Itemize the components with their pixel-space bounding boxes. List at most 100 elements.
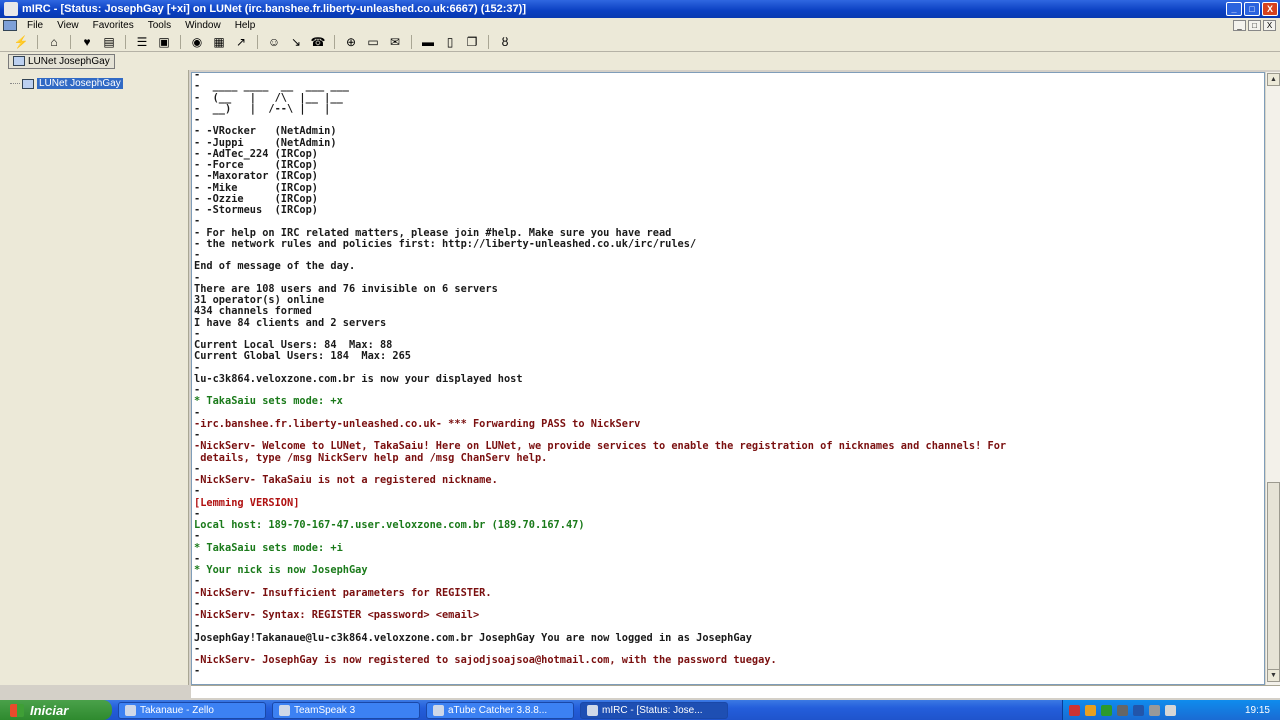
- connect-icon[interactable]: ⚡: [12, 34, 30, 50]
- log-line: -: [194, 643, 201, 655]
- close-button[interactable]: X: [1262, 2, 1278, 16]
- scrollbar-thumb[interactable]: [1267, 482, 1280, 672]
- scroll-down-arrow-icon[interactable]: ▼: [1267, 669, 1280, 682]
- url-list-icon[interactable]: ⊕: [342, 34, 360, 50]
- log-line: -: [194, 385, 201, 396]
- log-line: -: [194, 486, 201, 498]
- status-window-icon: [13, 56, 25, 66]
- log-line: -: [194, 430, 201, 441]
- status-window-icon[interactable]: [3, 19, 17, 31]
- switchbar: LUNet JosephGay: [0, 52, 1280, 70]
- maximize-button[interactable]: □: [1244, 2, 1260, 16]
- log-line: -: [194, 407, 201, 419]
- vertical-scrollbar[interactable]: ▲ ▼: [1265, 72, 1280, 685]
- taskbar-button[interactable]: Takanaue - Zello: [118, 701, 266, 719]
- log-line: Local host: 189-70-167-47.user.veloxzone…: [194, 520, 585, 531]
- log-line: -: [194, 463, 201, 475]
- treebar: LUNet JosephGay: [0, 70, 189, 685]
- toolbar-separator: [411, 34, 412, 49]
- toolbar-separator: [125, 34, 126, 49]
- toolbar-separator: [37, 34, 38, 49]
- status-window[interactable]: -- ____ ____ __ ___ ___ - (__ | /\ |__ |_…: [191, 72, 1265, 685]
- menu-favorites[interactable]: Favorites: [86, 20, 141, 31]
- log-line: details, type /msg NickServ help and /ms…: [194, 452, 548, 464]
- log-line: 31 operator(s) online: [194, 295, 325, 306]
- menu-window[interactable]: Window: [178, 20, 228, 31]
- log-line: - (__ | /\ |__ |__: [194, 92, 343, 104]
- log-line: - -Force (IRCop): [194, 160, 318, 171]
- favorites-icon[interactable]: ♥: [78, 34, 96, 50]
- options-icon[interactable]: ⌂: [45, 34, 63, 50]
- toolbar: ⚡ ⌂ ♥ ▤ ☰ ▣ ◉ ▦ ↗ ☺ ↘ ☎ ⊕ ▭ ✉ ▬ ▯ ❐ ȣ: [0, 32, 1280, 52]
- chat-icon[interactable]: ☺: [265, 34, 283, 50]
- help-icon[interactable]: ȣ: [496, 34, 514, 50]
- taskbar-button[interactable]: TeamSpeak 3: [272, 701, 420, 719]
- switchbar-tab-label: LUNet JosephGay: [28, 55, 110, 67]
- toolbar-separator: [180, 34, 181, 49]
- menu-file[interactable]: File: [20, 20, 50, 31]
- mdi-close-button[interactable]: X: [1263, 19, 1276, 31]
- log-line: Current Local Users: 84 Max: 88: [194, 340, 393, 351]
- mirc-app-icon[interactable]: [4, 2, 18, 16]
- mdi-restore-button[interactable]: □: [1248, 19, 1261, 31]
- menu-view[interactable]: View: [50, 20, 86, 31]
- tray-app-icon[interactable]: [1133, 704, 1144, 716]
- tile-vertical-icon[interactable]: ▯: [441, 34, 459, 50]
- toolbar-separator: [488, 34, 489, 49]
- message-icon[interactable]: ✉: [386, 34, 404, 50]
- tile-horizontal-icon[interactable]: ▬: [419, 34, 437, 50]
- menu-help[interactable]: Help: [228, 20, 263, 31]
- log-line: -: [194, 216, 201, 228]
- log-line: -: [194, 598, 201, 610]
- minimize-button[interactable]: _: [1226, 2, 1242, 16]
- tray-app-icon[interactable]: [1149, 704, 1160, 716]
- log-line: -NickServ- JosephGay is now registered t…: [194, 655, 777, 666]
- treebar-item-status[interactable]: LUNet JosephGay: [22, 78, 123, 89]
- taskbar-button[interactable]: mIRC - [Status: Jose...: [580, 701, 728, 719]
- send-file-icon[interactable]: ↗: [232, 34, 250, 50]
- scroll-up-arrow-icon[interactable]: ▲: [1267, 73, 1280, 86]
- start-label: Iniciar: [30, 702, 69, 718]
- message-input[interactable]: [191, 685, 1280, 698]
- log-line: - __) | /--\ | |: [194, 103, 331, 115]
- log-line: -NickServ- Insufficient parameters for R…: [194, 587, 492, 599]
- cascade-icon[interactable]: ❐: [463, 34, 481, 50]
- taskbar-button[interactable]: aTube Catcher 3.8.8...: [426, 701, 574, 719]
- address-book-icon[interactable]: ☰: [133, 34, 151, 50]
- app-icon: [587, 704, 598, 716]
- tray-app-icon[interactable]: [1101, 704, 1112, 716]
- script-icon[interactable]: ◉: [188, 34, 206, 50]
- app-icon: [433, 704, 444, 716]
- log-line: [Lemming VERSION]: [194, 497, 300, 509]
- clock: 19:15: [1244, 704, 1270, 716]
- log-line: End of message of the day.: [194, 261, 356, 273]
- volume-icon[interactable]: [1165, 704, 1176, 716]
- colors-icon[interactable]: ▦: [210, 34, 228, 50]
- menu-bar: File View Favorites Tools Window Help _ …: [0, 18, 1280, 32]
- log-line: 434 channels formed: [194, 306, 312, 318]
- menu-tools[interactable]: Tools: [141, 20, 178, 31]
- taskbar-button-label: aTube Catcher 3.8.8...: [448, 704, 548, 716]
- remote-icon[interactable]: ▣: [155, 34, 173, 50]
- received-icon[interactable]: ↘: [287, 34, 305, 50]
- mdi-minimize-button[interactable]: _: [1233, 19, 1246, 31]
- switchbar-tab-status[interactable]: LUNet JosephGay: [8, 53, 115, 69]
- log-line: -NickServ- TakaSaiu is not a registered …: [194, 475, 498, 486]
- status-window-icon: [22, 78, 34, 89]
- log-line: * TakaSaiu sets mode: +i: [194, 542, 343, 554]
- tray-app-icon[interactable]: [1085, 704, 1096, 716]
- start-button[interactable]: Iniciar: [0, 700, 112, 720]
- log-line: There are 108 users and 76 invisible on …: [194, 283, 498, 295]
- log-icon[interactable]: ▭: [364, 34, 382, 50]
- log-line: - -Juppi (NetAdmin): [194, 137, 337, 149]
- log-line: - -Mike (IRCop): [194, 182, 318, 194]
- window-title: mIRC - [Status: JosephGay [+xi] on LUNet…: [22, 3, 526, 15]
- mdi-controls: _ □ X: [1233, 19, 1276, 31]
- tray-app-icon[interactable]: [1069, 704, 1080, 716]
- tray-app-icon[interactable]: [1117, 704, 1128, 716]
- notify-icon[interactable]: ☎: [309, 34, 327, 50]
- channel-list-icon[interactable]: ▤: [100, 34, 118, 50]
- log-line: -: [194, 72, 201, 81]
- taskbar-buttons: Takanaue - Zello TeamSpeak 3 aTube Catcher…: [112, 701, 728, 719]
- window-controls: _ □ X: [1226, 2, 1278, 16]
